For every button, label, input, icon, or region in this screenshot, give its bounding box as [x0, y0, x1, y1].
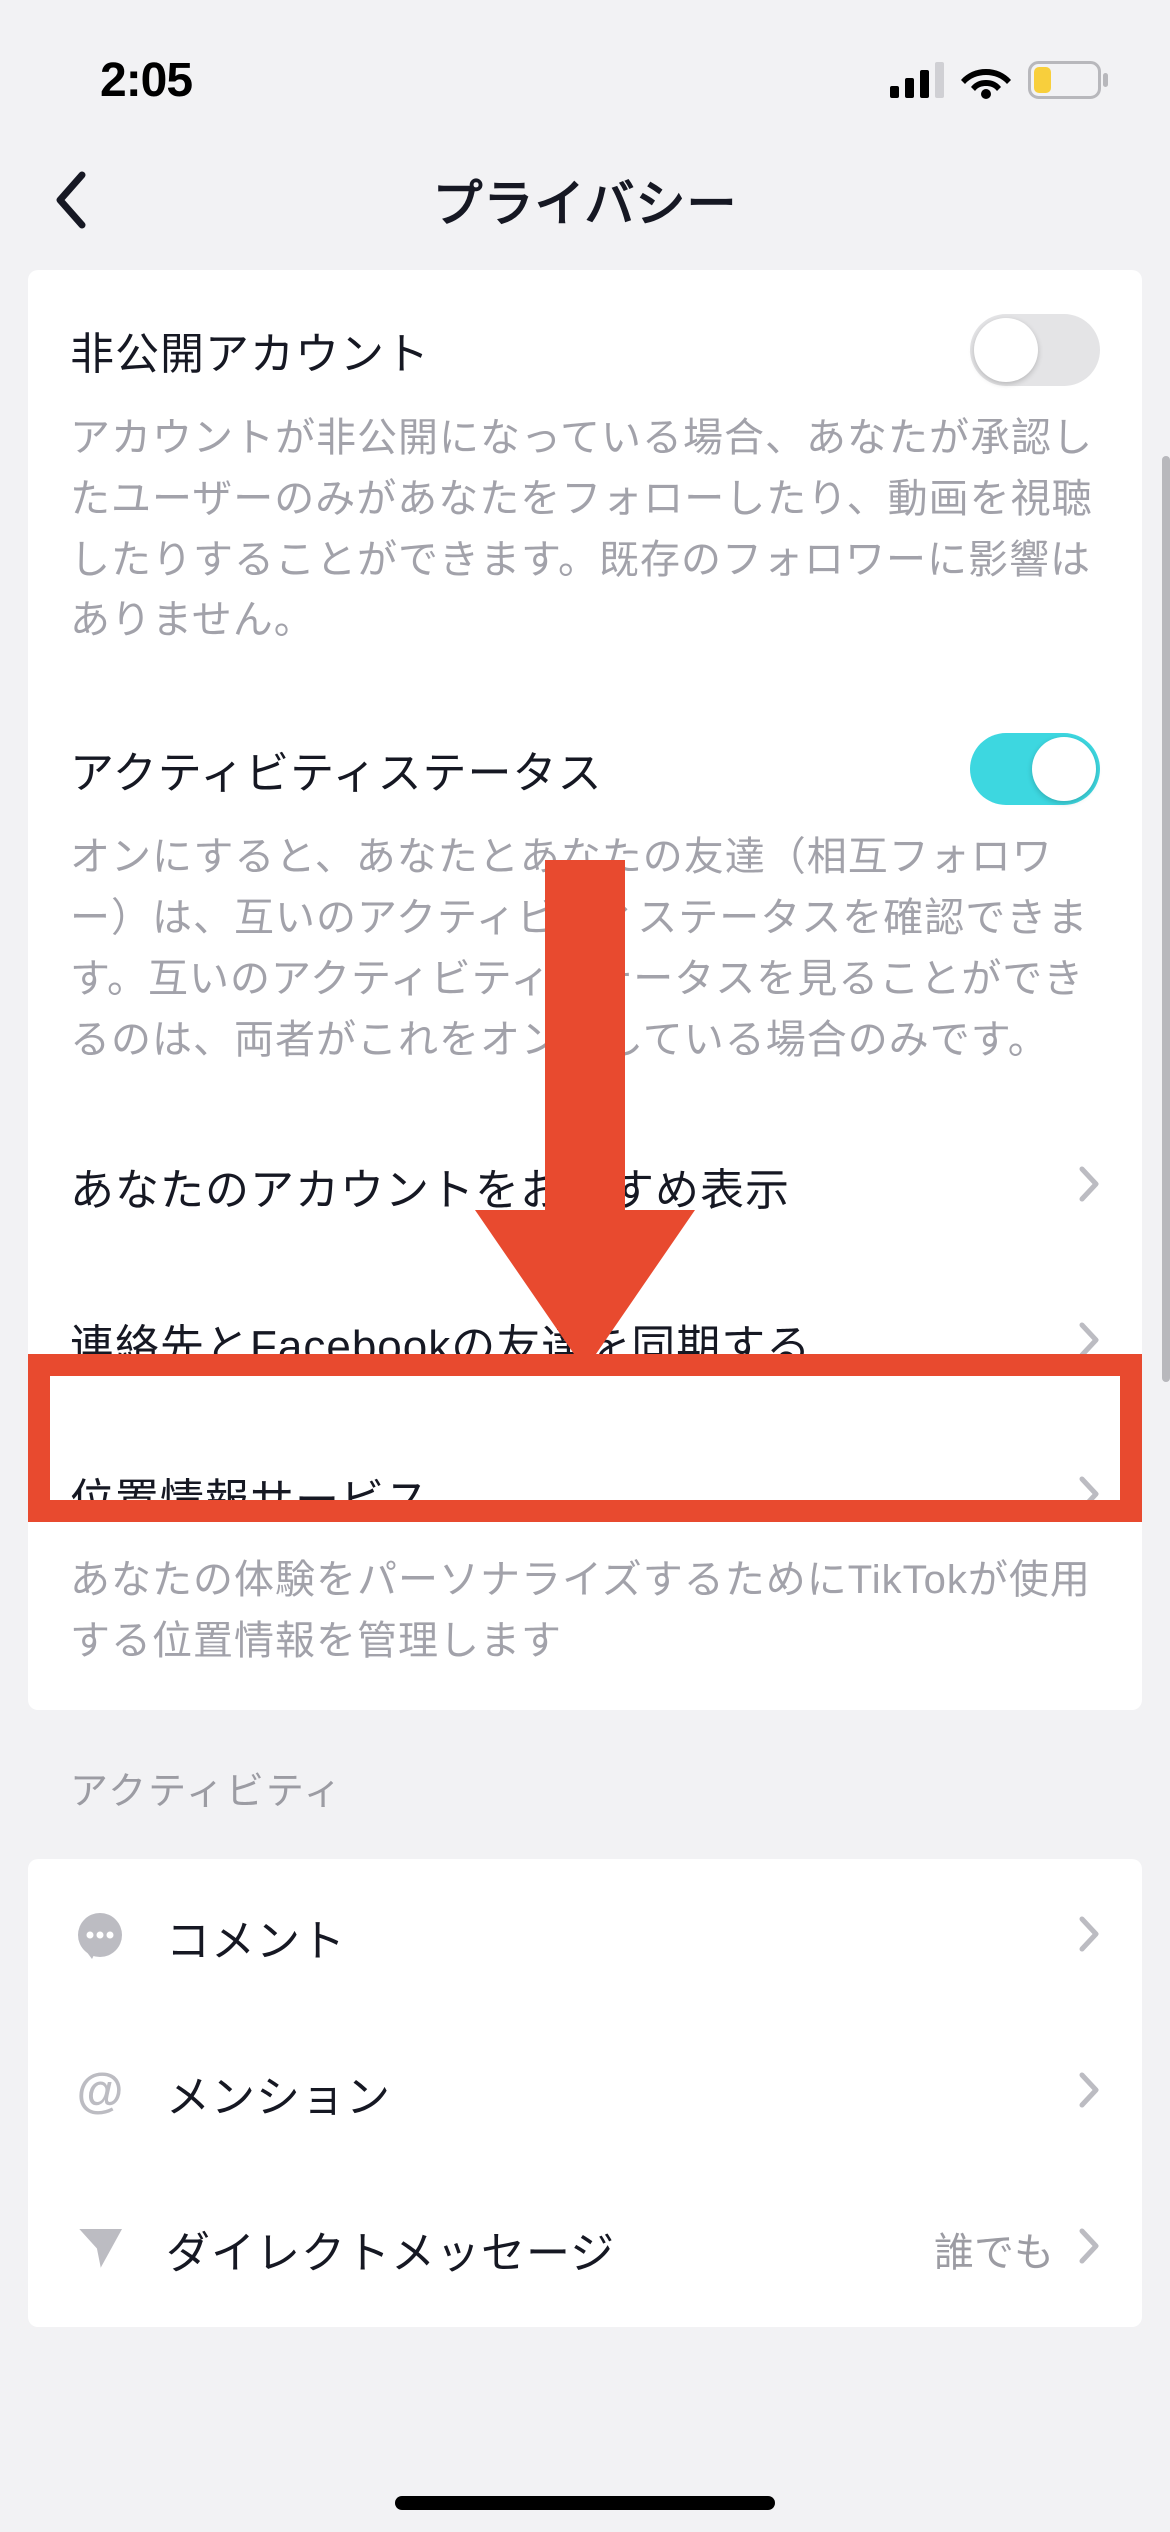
wifi-icon: [960, 61, 1012, 99]
row-sync-contacts[interactable]: 連絡先とFacebookの友達を同期する: [28, 1264, 1142, 1420]
chevron-right-icon: [1078, 1165, 1100, 1208]
comment-icon: [70, 1907, 130, 1967]
svg-text:@: @: [77, 2067, 124, 2118]
page-header: プライバシー: [0, 130, 1170, 270]
section-header-activity: アクティビティ: [0, 1760, 1170, 1859]
label-private-account: 非公開アカウント: [70, 318, 430, 382]
row-direct-messages[interactable]: ダイレクトメッセージ 誰でも: [28, 2171, 1142, 2327]
label-sync-contacts: 連絡先とFacebookの友達を同期する: [70, 1310, 811, 1374]
chevron-right-icon: [1078, 2071, 1100, 2114]
activity-card: コメント @ メンション ダイレクトメッセージ 誰でも: [28, 1859, 1142, 2327]
battery-icon: [1028, 61, 1110, 99]
label-location-services: 位置情報サービス: [70, 1464, 430, 1528]
status-indicators: [890, 61, 1110, 99]
toggle-private-account[interactable]: [970, 314, 1100, 386]
chevron-right-icon: [1078, 2227, 1100, 2270]
row-activity-status: アクティビティステータス オンにすると、あなたとあなたの友達（相互フォロワー）は…: [28, 689, 1142, 1108]
home-indicator[interactable]: [395, 2496, 775, 2510]
row-private-account: 非公開アカウント アカウントが非公開になっている場合、あなたが承認したユーザーの…: [28, 270, 1142, 689]
chevron-left-icon: [52, 171, 88, 229]
label-activity-status: アクティビティステータス: [70, 737, 603, 801]
row-mentions[interactable]: @ メンション: [28, 2015, 1142, 2171]
desc-activity-status: オンにすると、あなたとあなたの友達（相互フォロワー）は、互いのアクティビティステ…: [70, 827, 1100, 1070]
status-time: 2:05: [100, 53, 192, 108]
label-suggest-account: あなたのアカウントをおすすめ表示: [70, 1154, 790, 1218]
page-title: プライバシー: [433, 164, 738, 236]
chevron-right-icon: [1078, 1321, 1100, 1364]
row-suggest-account[interactable]: あなたのアカウントをおすすめ表示: [28, 1108, 1142, 1264]
label-mentions: メンション: [166, 2061, 1078, 2125]
scroll-indicator[interactable]: [1162, 456, 1170, 1382]
label-direct-messages: ダイレクトメッセージ: [166, 2217, 934, 2281]
row-comments[interactable]: コメント: [28, 1859, 1142, 2015]
label-comments: コメント: [166, 1905, 1078, 1969]
toggle-activity-status[interactable]: [970, 733, 1100, 805]
row-location-services[interactable]: 位置情報サービス あなたの体験をパーソナライズするためにTikTokが使用する位…: [28, 1420, 1142, 1710]
value-direct-messages: 誰でも: [934, 2220, 1054, 2278]
desc-location-services: あなたの体験をパーソナライズするためにTikTokが使用する位置情報を管理します: [70, 1550, 1100, 1672]
desc-private-account: アカウントが非公開になっている場合、あなたが承認したユーザーのみがあなたをフォロ…: [70, 408, 1100, 651]
paper-plane-icon: [70, 2219, 130, 2279]
mention-icon: @: [70, 2063, 130, 2123]
privacy-card: 非公開アカウント アカウントが非公開になっている場合、あなたが承認したユーザーの…: [28, 270, 1142, 1710]
cellular-signal-icon: [890, 62, 944, 98]
chevron-right-icon: [1078, 1475, 1100, 1518]
back-button[interactable]: [40, 170, 100, 230]
status-bar: 2:05: [0, 0, 1170, 130]
chevron-right-icon: [1078, 1915, 1100, 1958]
